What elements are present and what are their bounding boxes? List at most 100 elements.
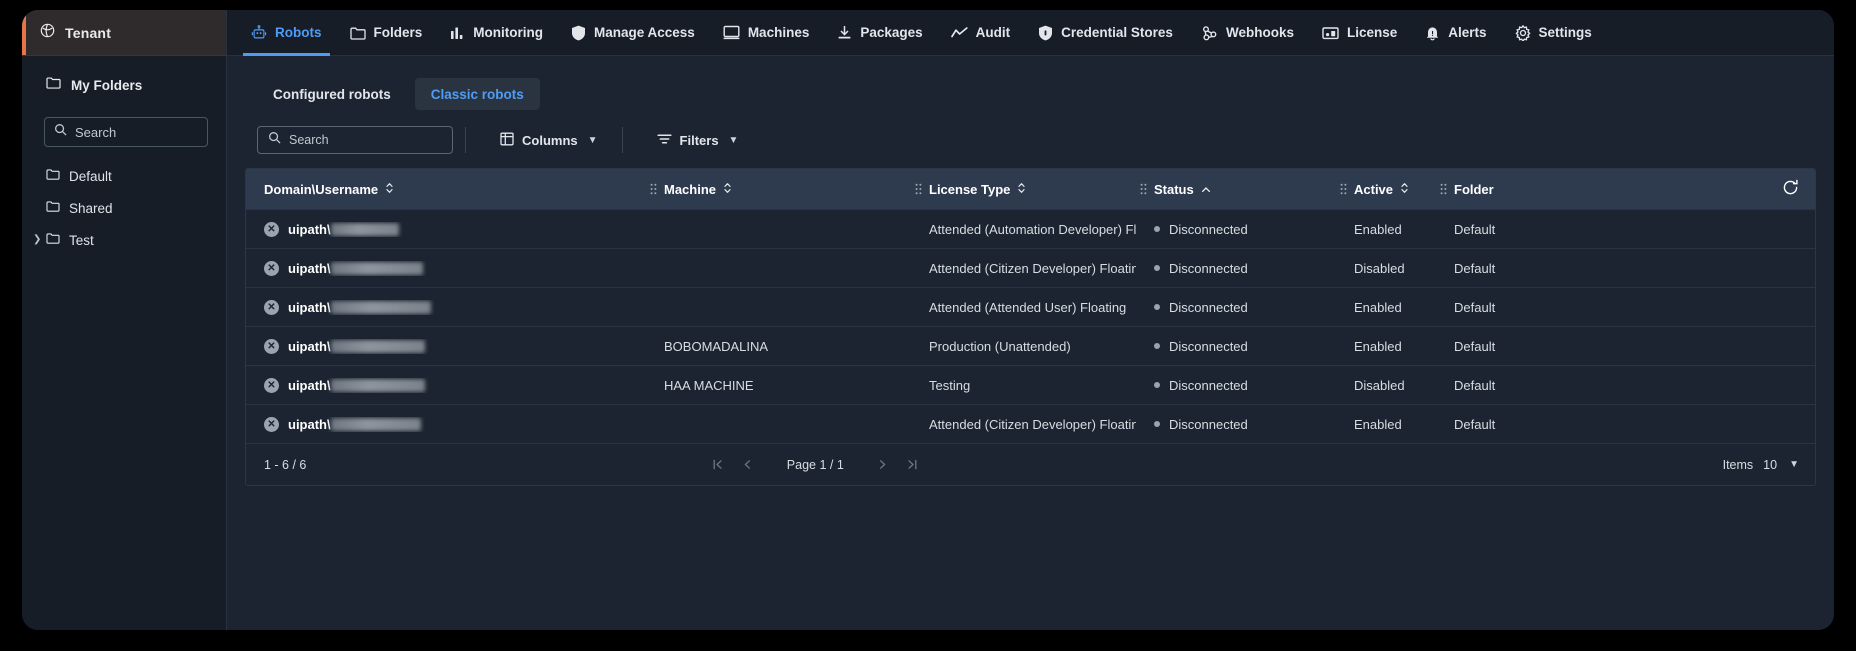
nav-tab-label: Alerts (1448, 25, 1487, 40)
first-page-icon[interactable] (705, 452, 731, 478)
nav-tab-label: Monitoring (473, 25, 543, 40)
cell-active: Disabled (1354, 377, 1405, 393)
username-redaction (330, 417, 421, 431)
sort-none-icon[interactable] (1017, 182, 1026, 197)
last-page-icon[interactable] (900, 452, 926, 478)
cell-folder: Default (1454, 299, 1496, 315)
orchestrator-window: Tenant My Folders Search Default Shared … (22, 10, 1834, 630)
sidebar-item-default[interactable]: Default (22, 163, 226, 189)
cell-active: Enabled (1354, 338, 1402, 354)
record-count: 1 - 6 / 6 (264, 457, 307, 472)
nav-tab-license[interactable]: License (1308, 10, 1411, 56)
disconnected-badge-icon: ✕ (264, 338, 279, 354)
status-dot-icon (1154, 421, 1160, 427)
cell-active: Enabled (1354, 416, 1402, 432)
nav-tab-label: Audit (975, 25, 1011, 40)
nav-tab-alerts[interactable]: Alerts (1411, 10, 1500, 56)
status-dot-icon (1154, 382, 1160, 388)
chevron-right-icon[interactable]: ❯ (33, 235, 41, 245)
refresh-button[interactable] (1782, 179, 1815, 199)
nav-tab-monitoring[interactable]: Monitoring (436, 10, 557, 56)
disconnected-badge-icon: ✕ (264, 260, 279, 276)
shield-lock-icon (1038, 25, 1053, 41)
column-header-active[interactable]: Active (1336, 169, 1436, 209)
table-footer: 1 - 6 / 6 Page 1 / 1 Items 10 ▼ (246, 443, 1815, 485)
column-header-domain-username[interactable]: Domain\Username (246, 169, 646, 209)
nav-tab-label: Credential Stores (1061, 25, 1173, 40)
nav-tab-manage-access[interactable]: Manage Access (557, 10, 709, 56)
chevron-down-icon[interactable]: ▼ (1789, 459, 1799, 470)
nav-tab-credential-stores[interactable]: Credential Stores (1024, 10, 1187, 56)
nav-tab-packages[interactable]: Packages (823, 10, 936, 56)
filters-button[interactable]: Filters ▼ (645, 126, 751, 154)
sidebar: Tenant My Folders Search Default Shared … (22, 10, 227, 630)
sort-none-icon[interactable] (723, 182, 732, 197)
column-header-machine[interactable]: Machine (646, 169, 911, 209)
table-toolbar: Search Columns ▼ Filters ▼ (245, 126, 1816, 154)
sort-none-icon[interactable] (1400, 182, 1409, 197)
cell-domain-username: ✕ uipath\ (246, 377, 646, 393)
sort-asc-icon[interactable] (1201, 182, 1211, 197)
status-dot-icon (1154, 265, 1160, 271)
nav-tab-settings[interactable]: Settings (1501, 10, 1606, 56)
column-header-status[interactable]: Status (1136, 169, 1336, 209)
sidebar-folder-list: Default Shared ❯ Test (22, 163, 226, 253)
bar-chart-icon (450, 26, 465, 40)
items-per-page-selector[interactable]: Items 10 ▼ (1723, 458, 1799, 472)
column-resize-handle[interactable] (1340, 183, 1347, 196)
main-area: Robots Folders Monitoring Manage Access … (227, 10, 1834, 630)
toolbar-divider (465, 127, 466, 153)
sidebar-item-test[interactable]: ❯ Test (22, 227, 226, 253)
column-resize-handle[interactable] (1140, 183, 1147, 196)
columns-button[interactable]: Columns ▼ (488, 126, 610, 154)
search-input[interactable]: Search (257, 126, 453, 154)
nav-tab-machines[interactable]: Machines (709, 10, 824, 56)
table-row[interactable]: ✕ uipath\ Attended (Citizen Developer) F… (246, 404, 1815, 443)
shield-icon (571, 25, 586, 41)
table-row[interactable]: ✕ uipath\ Attended (Attended User) Float… (246, 287, 1815, 326)
nav-tab-folders[interactable]: Folders (336, 10, 437, 56)
username-text: uipath\ (288, 221, 331, 237)
cell-active: Disabled (1354, 260, 1405, 276)
status-text: Disconnected (1169, 338, 1248, 354)
table-row[interactable]: ✕ uipath\ HAA MACHINE Testing Disconnect… (246, 365, 1815, 404)
column-header-license-type[interactable]: License Type (911, 169, 1136, 209)
column-resize-handle[interactable] (1440, 183, 1447, 196)
nav-tab-webhooks[interactable]: Webhooks (1187, 10, 1308, 56)
subtab-label: Classic robots (430, 86, 524, 102)
robot-icon (251, 24, 267, 41)
cell-folder: Default (1454, 221, 1496, 237)
cell-domain-username: ✕ uipath\ (246, 221, 646, 237)
sidebar-my-folders[interactable]: My Folders (22, 65, 226, 105)
column-resize-handle[interactable] (650, 183, 657, 196)
nav-tab-audit[interactable]: Audit (937, 10, 1025, 56)
sidebar-search-input[interactable]: Search (44, 117, 208, 147)
sidebar-item-shared[interactable]: Shared (22, 195, 226, 221)
nav-tab-robots[interactable]: Robots (237, 10, 336, 56)
subtab-classic-robots[interactable]: Classic robots (414, 78, 540, 110)
prev-page-icon[interactable] (735, 452, 761, 478)
table-row[interactable]: ✕ uipath\ Attended (Citizen Developer) F… (246, 248, 1815, 287)
status-text: Disconnected (1169, 299, 1248, 315)
sidebar-folder-label: Shared (69, 200, 113, 216)
sidebar-tenant-selector[interactable]: Tenant (22, 10, 226, 56)
status-text: Disconnected (1169, 416, 1248, 432)
nav-tab-label: Webhooks (1225, 25, 1294, 40)
sort-none-icon[interactable] (385, 182, 394, 197)
page-label: Page 1 / 1 (786, 457, 844, 472)
cell-status: Disconnected (1136, 222, 1336, 237)
nav-tab-label: Manage Access (594, 25, 695, 40)
status-dot-icon (1154, 226, 1160, 232)
username-text: uipath\ (288, 260, 331, 276)
column-header-folder[interactable]: Folder (1436, 169, 1566, 209)
table-row[interactable]: ✕ uipath\ Attended (Automation Developer… (246, 209, 1815, 248)
column-resize-handle[interactable] (915, 183, 922, 196)
next-page-icon[interactable] (870, 452, 896, 478)
nav-tab-label: Robots (275, 25, 322, 40)
column-label: Domain\Username (264, 181, 379, 197)
table-row[interactable]: ✕ uipath\ BOBOMADALINA Production (Unatt… (246, 326, 1815, 365)
sidebar-search-placeholder: Search (75, 124, 117, 140)
download-icon (837, 25, 852, 40)
subtab-configured-robots[interactable]: Configured robots (257, 78, 407, 110)
search-icon (268, 131, 281, 149)
